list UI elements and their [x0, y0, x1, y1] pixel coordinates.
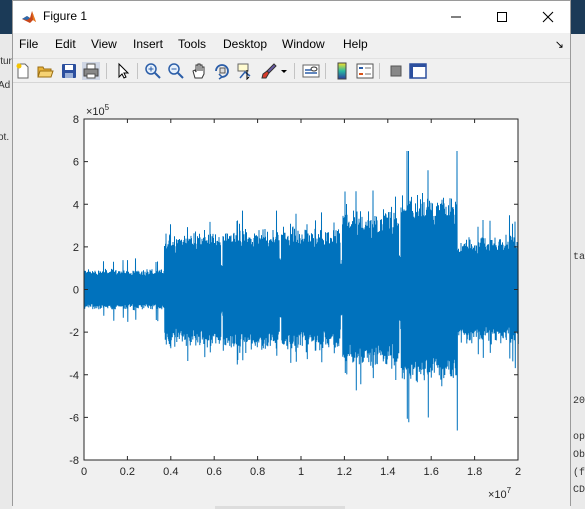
- x-tick-label: 1.8: [467, 466, 482, 478]
- x-axis-multiplier: ×107: [488, 486, 512, 501]
- y-tick-label: -2: [69, 327, 79, 339]
- x-multiplier-exponent: 7: [507, 486, 512, 495]
- y-tick-label: 8: [73, 114, 79, 126]
- background-titlebar-right: [571, 0, 585, 34]
- insert-legend-icon[interactable]: [356, 62, 374, 80]
- print-figure-icon[interactable]: [82, 62, 100, 80]
- menu-desktop[interactable]: Desktop: [223, 37, 267, 51]
- save-figure-icon[interactable]: [60, 62, 78, 80]
- figure-window: Figure 1 File Edit View Insert Tools Des…: [12, 0, 571, 506]
- y-multiplier-base: ×10: [86, 106, 105, 118]
- minimize-icon: [451, 16, 461, 18]
- edit-plot-icon[interactable]: [114, 62, 132, 80]
- menu-file[interactable]: File: [19, 37, 38, 51]
- show-plot-tools-icon[interactable]: [409, 62, 427, 80]
- toolbar-separator: [106, 63, 107, 79]
- data-cursor-icon[interactable]: [236, 62, 254, 80]
- zoom-out-icon[interactable]: [167, 62, 185, 80]
- open-file-icon[interactable]: [36, 62, 54, 80]
- y-tick-label: 6: [73, 157, 79, 169]
- menu-tools[interactable]: Tools: [178, 37, 206, 51]
- background-text: ot.: [0, 132, 10, 143]
- y-tick-label: -6: [69, 412, 79, 424]
- title-bar[interactable]: Figure 1: [13, 1, 570, 33]
- y-tick-label: 4: [73, 199, 79, 211]
- y-tick-label: 2: [73, 242, 79, 254]
- toolbar-separator: [137, 63, 138, 79]
- x-tick-label: 1.4: [380, 466, 395, 478]
- background-text: CDI: [573, 485, 585, 496]
- y-tick-label: 0: [73, 285, 79, 297]
- link-plot-icon[interactable]: [302, 62, 320, 80]
- background-text: ta.: [573, 252, 585, 263]
- brush-icon[interactable]: [260, 62, 278, 80]
- x-tick-label: 1: [298, 466, 304, 478]
- rotate-3d-icon[interactable]: [213, 62, 231, 80]
- window-title: Figure 1: [43, 9, 88, 23]
- maximize-icon: [497, 12, 507, 22]
- brush-dropdown-icon[interactable]: [280, 62, 288, 80]
- x-tick-label: 0.4: [163, 466, 178, 478]
- background-text: Ob.: [573, 450, 585, 461]
- x-tick-label: 0.2: [120, 466, 135, 478]
- figure-canvas: 0 0.2 0.4 0.6 0.8 1 1.2 1.4 1.6 1.8 2 8 6 4 2 0 -2 -4 -6 -…: [13, 83, 570, 506]
- x-tick-label: 2: [515, 466, 521, 478]
- x-tick-label: 1.6: [424, 466, 439, 478]
- hide-plot-tools-icon[interactable]: [387, 62, 405, 80]
- background-titlebar-left: [0, 0, 12, 34]
- matlab-logo-icon: [21, 9, 37, 25]
- insert-colorbar-icon[interactable]: [333, 62, 351, 80]
- axes[interactable]: 0 0.2 0.4 0.6 0.8 1 1.2 1.4 1.6 1.8 2 8 6 4 2 0 -2 -4 -6 -…: [13, 83, 570, 506]
- toolbar-separator: [294, 63, 295, 79]
- background-text: Ad: [0, 80, 11, 91]
- menu-window[interactable]: Window: [282, 37, 325, 51]
- close-button[interactable]: [525, 1, 571, 33]
- background-text: 20: [573, 396, 585, 407]
- new-figure-icon[interactable]: [14, 62, 32, 80]
- y-tick-label: -8: [69, 455, 79, 467]
- x-tick-label: 0.8: [250, 466, 265, 478]
- menu-edit[interactable]: Edit: [55, 37, 76, 51]
- menu-view[interactable]: View: [91, 37, 117, 51]
- y-multiplier-exponent: 5: [105, 103, 110, 112]
- background-text: (f.: [573, 468, 585, 479]
- maximize-button[interactable]: [479, 1, 525, 33]
- menu-insert[interactable]: Insert: [133, 37, 163, 51]
- background-window-left: ituri Ad ot.: [0, 0, 14, 509]
- close-icon: [542, 11, 554, 23]
- menu-help[interactable]: Help: [343, 37, 368, 51]
- figure-toolbar: [13, 58, 570, 83]
- x-multiplier-base: ×10: [488, 489, 507, 501]
- toolbar-separator: [379, 63, 380, 79]
- background-window-right: ta. 20 ope Ob. (f. CDI: [571, 0, 585, 509]
- x-tick-label: 0: [81, 466, 87, 478]
- y-axis-multiplier: ×105: [86, 103, 110, 118]
- minimize-button[interactable]: [433, 1, 479, 33]
- background-text: ope: [573, 432, 585, 443]
- x-tick-label: 0.6: [207, 466, 222, 478]
- menu-bar: File Edit View Insert Tools Desktop Wind…: [13, 35, 570, 55]
- pan-icon[interactable]: [190, 62, 208, 80]
- toolbar-separator: [325, 63, 326, 79]
- zoom-in-icon[interactable]: [144, 62, 162, 80]
- y-tick-label: -4: [69, 370, 79, 382]
- x-tick-label: 1.2: [337, 466, 352, 478]
- menu-dock-arrow-icon[interactable]: ↘: [555, 38, 564, 51]
